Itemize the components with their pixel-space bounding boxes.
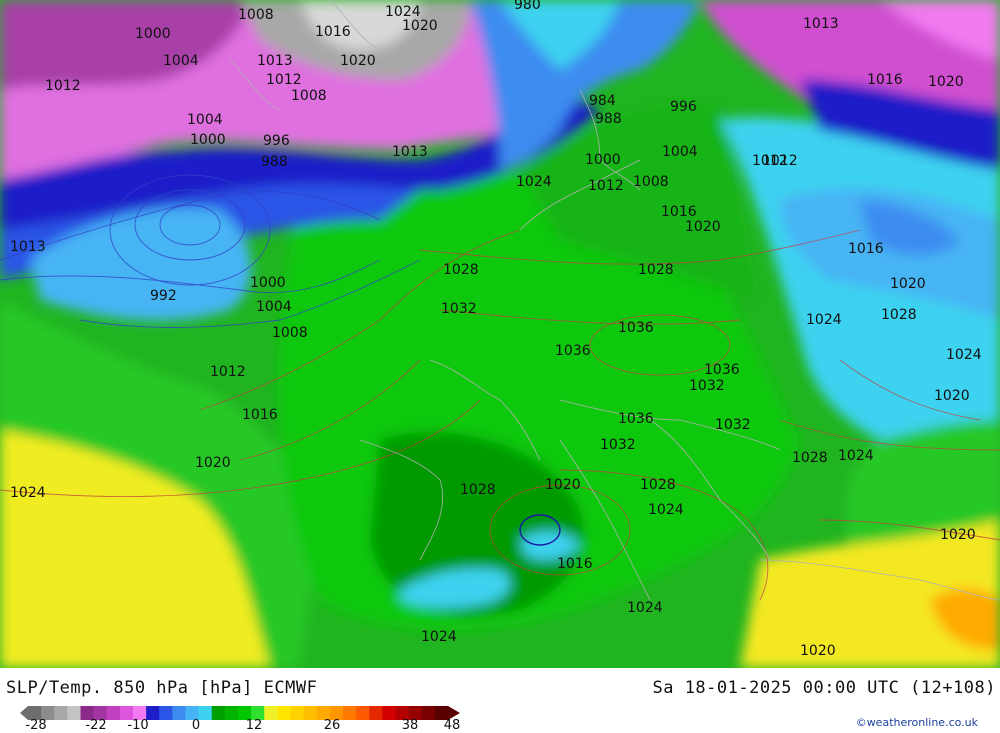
isobar-label: 1020	[928, 74, 964, 90]
map-canvas: 1008 102410209801000 10161004 1013 10201012 1…	[0, 0, 1000, 668]
isobar-label: 1028	[881, 307, 917, 323]
color-scale-swatch	[290, 706, 305, 720]
isobar-label: 1020	[800, 643, 836, 659]
isobar-label: 1024	[648, 502, 684, 518]
isobar-label: 1016	[848, 241, 884, 257]
color-scale-tick-label: 38	[401, 718, 419, 733]
color-scale-swatch	[356, 706, 370, 720]
isobar-label: 1012	[266, 72, 302, 88]
map-title: SLP/Temp. 850 hPa [hPa] ECMWF	[6, 678, 318, 698]
isobar-label: 1016	[242, 407, 278, 423]
isobar-label: 1013	[392, 144, 428, 160]
isobar-label: 1013	[10, 239, 46, 255]
isobar-label: 1004	[662, 144, 698, 160]
isobar-label: 1024	[946, 347, 982, 363]
isobar-label: 1012	[752, 153, 788, 169]
color-scale-swatch	[172, 706, 186, 720]
isobar-label: 1000	[585, 152, 621, 168]
color-scale-swatch	[54, 706, 68, 720]
color-scale-swatch	[264, 706, 278, 720]
color-scale-tick-label: 26	[323, 718, 341, 733]
isobar-label: 1028	[638, 262, 674, 278]
isobar-label: 1012	[210, 364, 246, 380]
valid-time: Sa 18-01-2025 00:00 UTC (12+108)	[652, 678, 996, 698]
isobar-label: 1024	[627, 600, 663, 616]
color-scale-tick-label: -22	[85, 718, 107, 733]
isobar-label: 1028	[443, 262, 479, 278]
isobar-label: 1020	[940, 527, 976, 543]
isobar-label: 1032	[441, 301, 477, 317]
isobar-label: 1028	[792, 450, 828, 466]
color-scale-swatch	[421, 706, 436, 720]
color-scale-swatch	[224, 706, 239, 720]
color-scale-tick-label: 48	[443, 718, 461, 733]
isobar-label: 1024	[516, 174, 552, 190]
isobar-label: 980	[514, 0, 541, 13]
color-scale-tick-label: 12	[245, 718, 263, 733]
isobar-label: 1016	[661, 204, 697, 220]
color-scale-swatch	[67, 706, 81, 720]
isobar-label: 1016	[867, 72, 903, 88]
color-scale-swatch	[198, 706, 213, 720]
color-scale-swatch	[369, 706, 383, 720]
isobar-label: 1032	[600, 437, 636, 453]
isobar-label: 1008	[633, 174, 669, 190]
isobar-label: 1000	[190, 132, 226, 148]
isobar-label: 1024	[10, 485, 46, 501]
isobar-label: 1032	[689, 378, 725, 394]
isobar-label: 988	[595, 111, 622, 127]
isobar-label: 1008	[238, 7, 274, 23]
color-scale-swatch	[211, 706, 226, 720]
color-scale-swatch	[303, 706, 318, 720]
isobar-label: 1020	[195, 455, 231, 471]
isobar-label: 1036	[618, 320, 654, 336]
isobar-label: 1028	[460, 482, 496, 498]
isobar-label: 1004	[256, 299, 292, 315]
isobar-label: 1028	[640, 477, 676, 493]
isobar-label: 1004	[187, 112, 223, 128]
isobar-label: 1020	[340, 53, 376, 69]
isobar-label: 996	[670, 99, 697, 115]
isobar-label: 984	[589, 93, 616, 109]
isobar-label: 988	[261, 154, 288, 170]
isobar-label: 1000	[135, 26, 171, 42]
isobar-label: 1020	[890, 276, 926, 292]
isobar-label: 1020	[545, 477, 581, 493]
color-scale-tick-label: 0	[191, 718, 201, 733]
isobar-label: 1008	[272, 325, 308, 341]
color-scale-swatch	[343, 706, 357, 720]
color-scale-swatch	[159, 706, 173, 720]
isobar-label: 1012	[588, 178, 624, 194]
isobar-label: 1020	[685, 219, 721, 235]
weather-map: 1008 1024 1020 980 1000 1016 1004 1013 1020 1012 1…	[0, 0, 1000, 668]
isobar-label: 1013	[803, 16, 839, 32]
isobar-label: 1008	[291, 88, 327, 104]
isobar-label: 1016	[557, 556, 593, 572]
isobar-label: 1000	[250, 275, 286, 291]
isobar-label: 1012	[45, 78, 81, 94]
color-scale-tick-label: -10	[127, 718, 149, 733]
isobar-label: 1032	[715, 417, 751, 433]
copyright-link[interactable]: ©weatheronline.co.uk	[856, 716, 978, 729]
isobar-label: 996	[263, 133, 290, 149]
color-scale-swatch	[277, 706, 291, 720]
isobar-label: 1036	[555, 343, 591, 359]
isobar-label: 1016	[315, 24, 351, 40]
isobar-label: 1024	[806, 312, 842, 328]
isobar-label: 1013	[257, 53, 293, 69]
color-scale-tick-label: -28	[25, 718, 47, 733]
isobar-label: 1024	[838, 448, 874, 464]
isobar-label: 1020	[402, 18, 438, 34]
isobar-label: 1020	[934, 388, 970, 404]
footer-bar: SLP/Temp. 850 hPa [hPa] ECMWF Sa 18-01-2…	[0, 668, 1000, 733]
isobar-label: 1036	[704, 362, 740, 378]
isobar-label: 1004	[163, 53, 199, 69]
isobar-label: 992	[150, 288, 177, 304]
isobar-label: 1036	[618, 411, 654, 427]
isobar-label: 1024	[421, 629, 457, 645]
color-scale-swatch	[382, 706, 396, 720]
color-scale-swatch	[106, 706, 121, 720]
